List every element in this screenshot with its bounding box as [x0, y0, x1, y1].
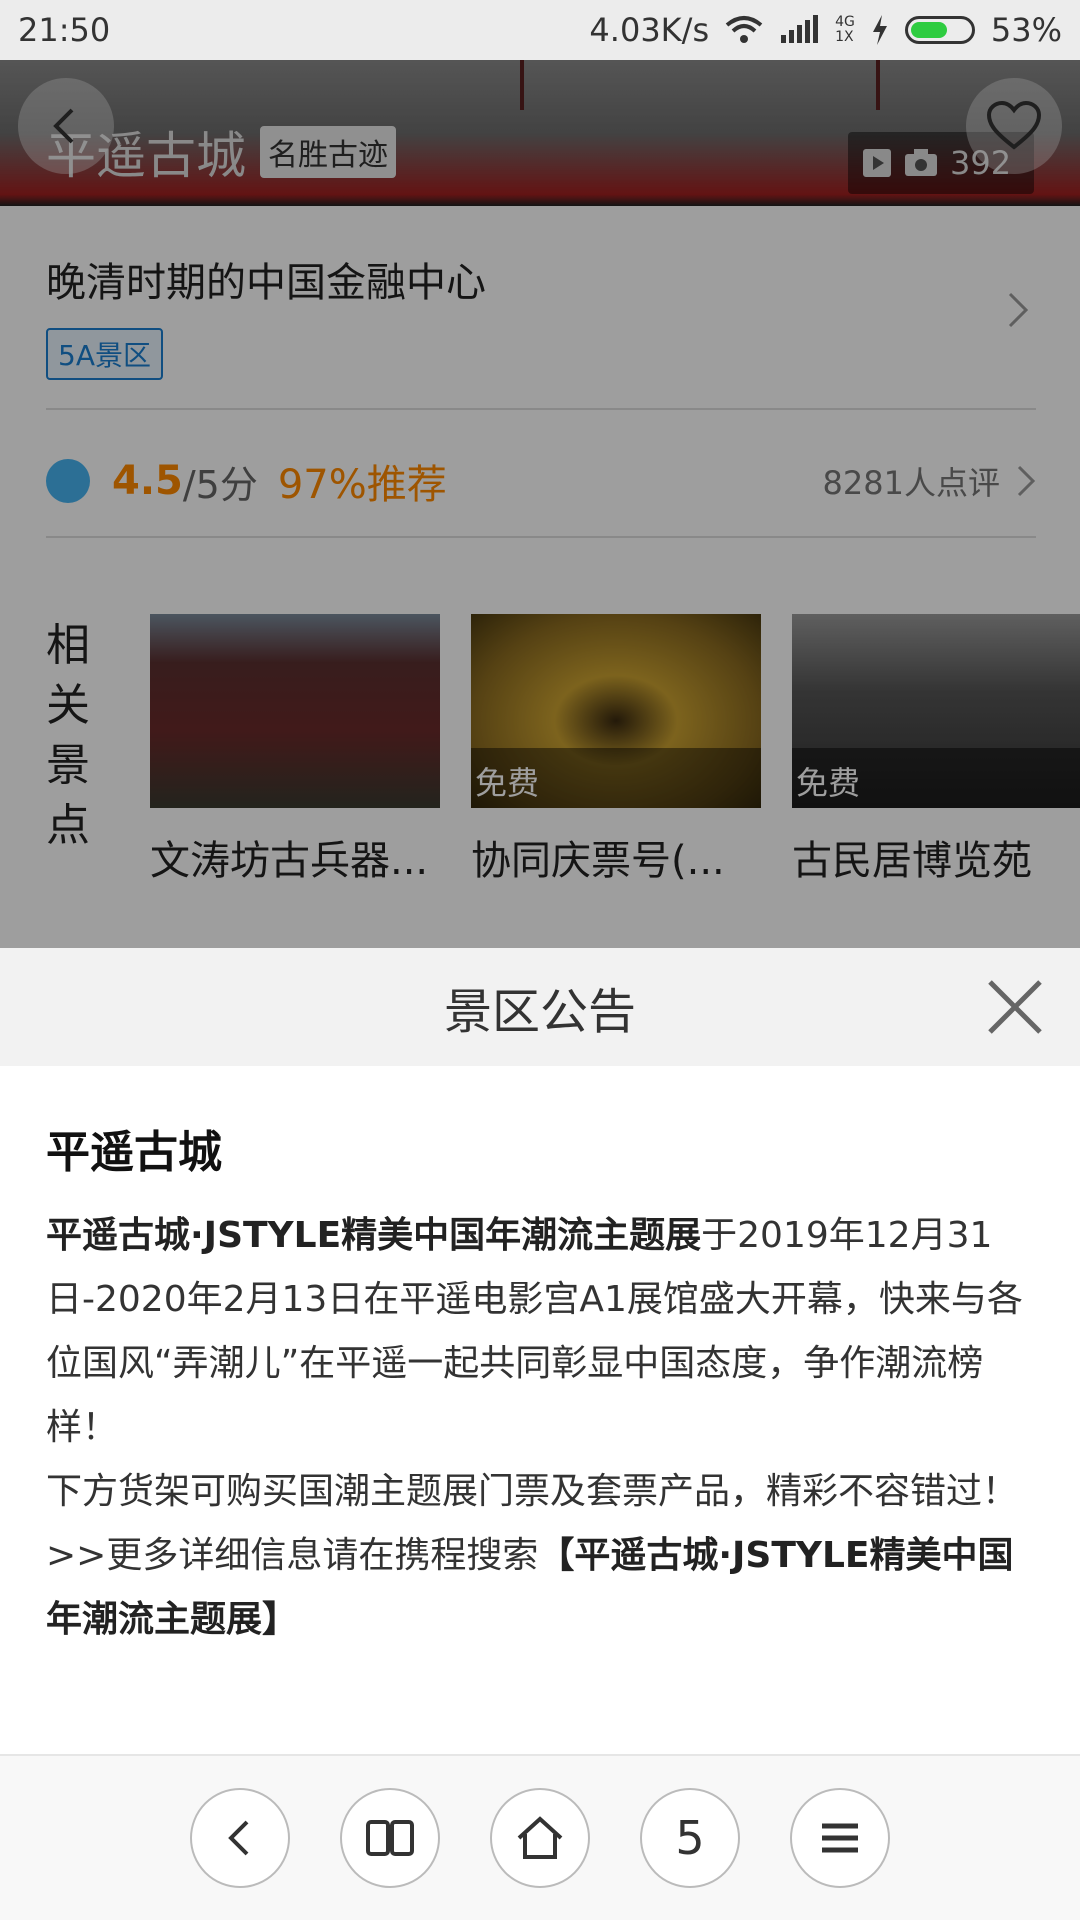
tabs-button[interactable]: 5	[640, 1788, 740, 1888]
menu-button[interactable]	[790, 1788, 890, 1888]
network-speed: 4.03K/s	[589, 11, 710, 49]
status-bar: 21:50 4.03K/s 4G 1X 53%	[0, 0, 1080, 60]
back-nav-button[interactable]	[190, 1788, 290, 1888]
notice-heading: 平遥古城	[46, 1127, 222, 1178]
wifi-icon	[725, 16, 763, 43]
network-type: 4G 1X	[835, 14, 855, 45]
modal-backdrop[interactable]	[0, 60, 1080, 948]
signal-icon	[781, 15, 819, 43]
notice-paragraph: >>更多详细信息请在携程搜索【平遥古城·JSTYLE精美中国年潮流主题展】	[46, 1535, 1014, 1640]
home-icon	[517, 1816, 563, 1859]
clock: 21:50	[18, 11, 111, 49]
menu-icon	[822, 1823, 858, 1853]
status-icons: 4.03K/s 4G 1X 53%	[589, 11, 1062, 49]
tabs-count: 5	[675, 1811, 705, 1865]
notice-body: 平遥古城 平遥古城·JSTYLE精美中国年潮流主题展于2019年12月31日-2…	[0, 1066, 1080, 1754]
browser-bottom-nav: 5	[0, 1754, 1080, 1920]
battery-icon	[904, 16, 975, 44]
bookmarks-button[interactable]	[340, 1788, 440, 1888]
notice-paragraph: 下方货架可购买国潮主题展门票及套票产品，精彩不容错过！	[46, 1471, 1019, 1512]
chevron-left-icon	[228, 1820, 249, 1856]
charging-icon	[872, 15, 887, 45]
book-icon	[366, 1820, 414, 1856]
notice-header: 景区公告	[0, 948, 1080, 1066]
notice-paragraph: 平遥古城·JSTYLE精美中国年潮流主题展于2019年12月31日-2020年2…	[46, 1215, 1023, 1448]
notice-title: 景区公告	[443, 984, 636, 1040]
home-button[interactable]	[490, 1788, 590, 1888]
battery-percent: 53%	[990, 11, 1062, 49]
event-name: 平遥古城·JSTYLE精美中国年潮流主题展	[46, 1215, 702, 1256]
close-icon[interactable]	[980, 972, 1050, 1042]
